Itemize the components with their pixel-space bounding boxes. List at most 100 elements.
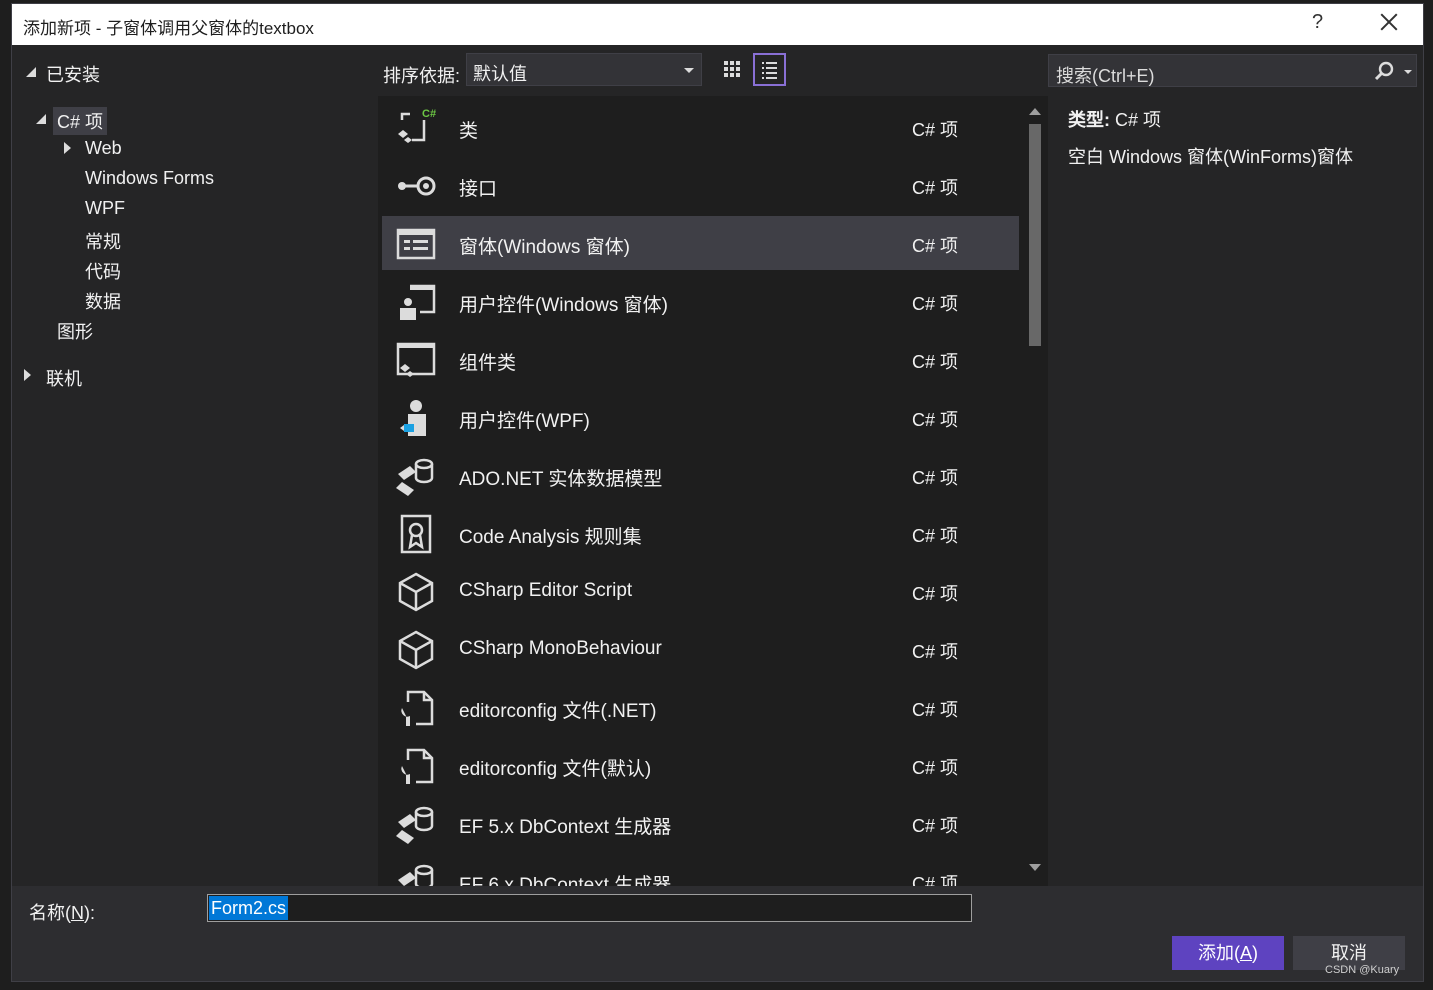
template-item-category: C# 项: [912, 758, 959, 778]
template-item-category: C# 项: [912, 816, 959, 836]
collapsed-arrow-icon: [24, 369, 31, 381]
template-item[interactable]: 窗体(Windows 窗体) C# 项: [382, 216, 1019, 270]
template-item[interactable]: EF 6.x DbContext 生成器 C# 项: [382, 854, 1019, 886]
sort-dropdown-value: 默认值: [473, 64, 527, 84]
tree-label-installed: 已安装: [46, 65, 100, 85]
category-tree: 已安装 C# 项 Web Windows Forms WPF 常规 代码 数据 …: [12, 45, 378, 885]
type-line: 类型: C# 项: [1068, 106, 1161, 132]
template-item-category: C# 项: [912, 352, 959, 372]
scroll-up-icon[interactable]: [1029, 108, 1041, 115]
template-item[interactable]: Code Analysis 规则集 C# 项: [382, 506, 1019, 560]
template-item-category: C# 项: [912, 410, 959, 430]
template-item-category: C# 项: [912, 294, 959, 314]
type-label: 类型:: [1068, 110, 1110, 130]
tree-label-web: Web: [85, 138, 122, 158]
grid-view-button[interactable]: [716, 53, 749, 86]
grid-view-icon: [724, 61, 740, 77]
search-placeholder: 搜索(Ctrl+E): [1056, 66, 1155, 86]
template-item-category: C# 项: [912, 584, 959, 604]
template-item-name: EF 5.x DbContext 生成器: [459, 817, 672, 838]
template-item-name: editorconfig 文件(.NET): [459, 701, 657, 722]
watermark: CSDN @Kuary: [1325, 964, 1400, 976]
tree-node-code[interactable]: 代码: [85, 258, 121, 284]
template-item[interactable]: ADO.NET 实体数据模型 C# 项: [382, 448, 1019, 502]
search-input[interactable]: 搜索(Ctrl+E): [1048, 54, 1417, 87]
ruleset-icon: [394, 512, 438, 556]
tree-node-general[interactable]: 常规: [85, 228, 121, 254]
template-item[interactable]: 用户控件(Windows 窗体) C# 项: [382, 274, 1019, 328]
template-item[interactable]: CSharp Editor Script C# 项: [382, 564, 1019, 618]
expanded-arrow-icon: [36, 114, 46, 124]
footer-bar: 名称(N): Form2.cs 添加(A) 取消: [12, 886, 1423, 981]
cube-icon: [394, 570, 438, 614]
template-item-category: C# 项: [912, 178, 959, 198]
chevron-down-icon: [684, 68, 694, 73]
template-item-name: CSharp Editor Script: [459, 580, 633, 601]
name-label: 名称(N):: [29, 903, 95, 923]
template-item-name: 用户控件(Windows 窗体): [459, 295, 669, 316]
template-item[interactable]: CSharp MonoBehaviour C# 项: [382, 622, 1019, 676]
tree-node-graphics[interactable]: 图形: [57, 318, 93, 344]
template-item-category: C# 项: [912, 700, 959, 720]
template-item-name: 类: [459, 121, 479, 142]
template-item-category: C# 项: [912, 526, 959, 546]
sort-dropdown[interactable]: 默认值: [466, 53, 702, 86]
search-icon[interactable]: [1373, 60, 1397, 82]
user-control-icon: [394, 280, 438, 324]
template-item[interactable]: 组件类 C# 项: [382, 332, 1019, 386]
config-file-icon: [394, 686, 438, 730]
template-item-name: CSharp MonoBehaviour: [459, 638, 662, 659]
dbcontext-icon: [394, 802, 438, 846]
window-title: 添加新项 - 子窗体调用父窗体的textbox: [23, 19, 314, 38]
list-view-button[interactable]: [753, 53, 786, 86]
search-options-chevron-icon[interactable]: [1404, 70, 1412, 74]
template-item-name: Code Analysis 规则集: [459, 527, 642, 548]
class-icon: C#: [394, 106, 438, 150]
cube-icon: [394, 628, 438, 672]
template-item[interactable]: editorconfig 文件(.NET) C# 项: [382, 680, 1019, 734]
template-item-category: C# 项: [912, 236, 959, 256]
list-scrollbar[interactable]: [1022, 96, 1048, 886]
template-item[interactable]: 用户控件(WPF) C# 项: [382, 390, 1019, 444]
collapsed-arrow-icon: [64, 142, 71, 154]
template-item-name: editorconfig 文件(默认): [459, 759, 652, 780]
dbcontext-icon: [394, 860, 438, 886]
config-file-icon: [394, 744, 438, 788]
tree-node-winforms[interactable]: Windows Forms: [85, 168, 214, 189]
wpf-user-control-icon: [394, 396, 438, 440]
template-item[interactable]: 接口 C# 项: [382, 158, 1019, 212]
name-field-value: Form2.cs: [209, 896, 289, 920]
item-description: 空白 Windows 窗体(WinForms)窗体: [1068, 147, 1354, 167]
form-icon: [394, 222, 438, 266]
template-item[interactable]: editorconfig 文件(默认) C# 项: [382, 738, 1019, 792]
template-item-name: ADO.NET 实体数据模型: [459, 469, 663, 490]
close-button[interactable]: [1378, 11, 1400, 33]
template-item-name: 用户控件(WPF): [459, 411, 590, 432]
list-view-icon: [762, 62, 777, 79]
template-item-category: C# 项: [912, 120, 959, 140]
type-value: C# 项: [1115, 110, 1162, 130]
tree-node-data[interactable]: 数据: [85, 288, 121, 314]
template-item-name: 组件类: [459, 353, 517, 374]
template-item-name: 窗体(Windows 窗体): [459, 237, 631, 258]
tree-node-wpf[interactable]: WPF: [85, 198, 125, 219]
tree-label-online: 联机: [46, 369, 82, 389]
add-button[interactable]: 添加(A): [1172, 936, 1284, 970]
tree-label-csharp: C# 项: [53, 107, 108, 135]
scroll-thumb[interactable]: [1029, 124, 1041, 346]
interface-icon: [394, 164, 438, 208]
help-button[interactable]: ?: [1312, 11, 1323, 34]
template-item-name: 接口: [459, 179, 498, 200]
template-item[interactable]: C# 类 C# 项: [382, 100, 1019, 154]
sort-label: 排序依据:: [383, 66, 461, 86]
entity-model-icon: [394, 454, 438, 498]
name-field[interactable]: Form2.cs: [207, 894, 972, 922]
add-new-item-dialog: 添加新项 - 子窗体调用父窗体的textbox ? 已安装 C# 项 Web W…: [11, 3, 1424, 982]
svg-text:C#: C#: [422, 108, 436, 120]
template-item-category: C# 项: [912, 874, 959, 886]
template-item-name: EF 6.x DbContext 生成器: [459, 875, 672, 886]
template-item[interactable]: EF 5.x DbContext 生成器 C# 项: [382, 796, 1019, 850]
scroll-down-icon[interactable]: [1029, 864, 1041, 871]
component-icon: [394, 338, 438, 382]
title-bar: 添加新项 - 子窗体调用父窗体的textbox ?: [12, 4, 1423, 45]
